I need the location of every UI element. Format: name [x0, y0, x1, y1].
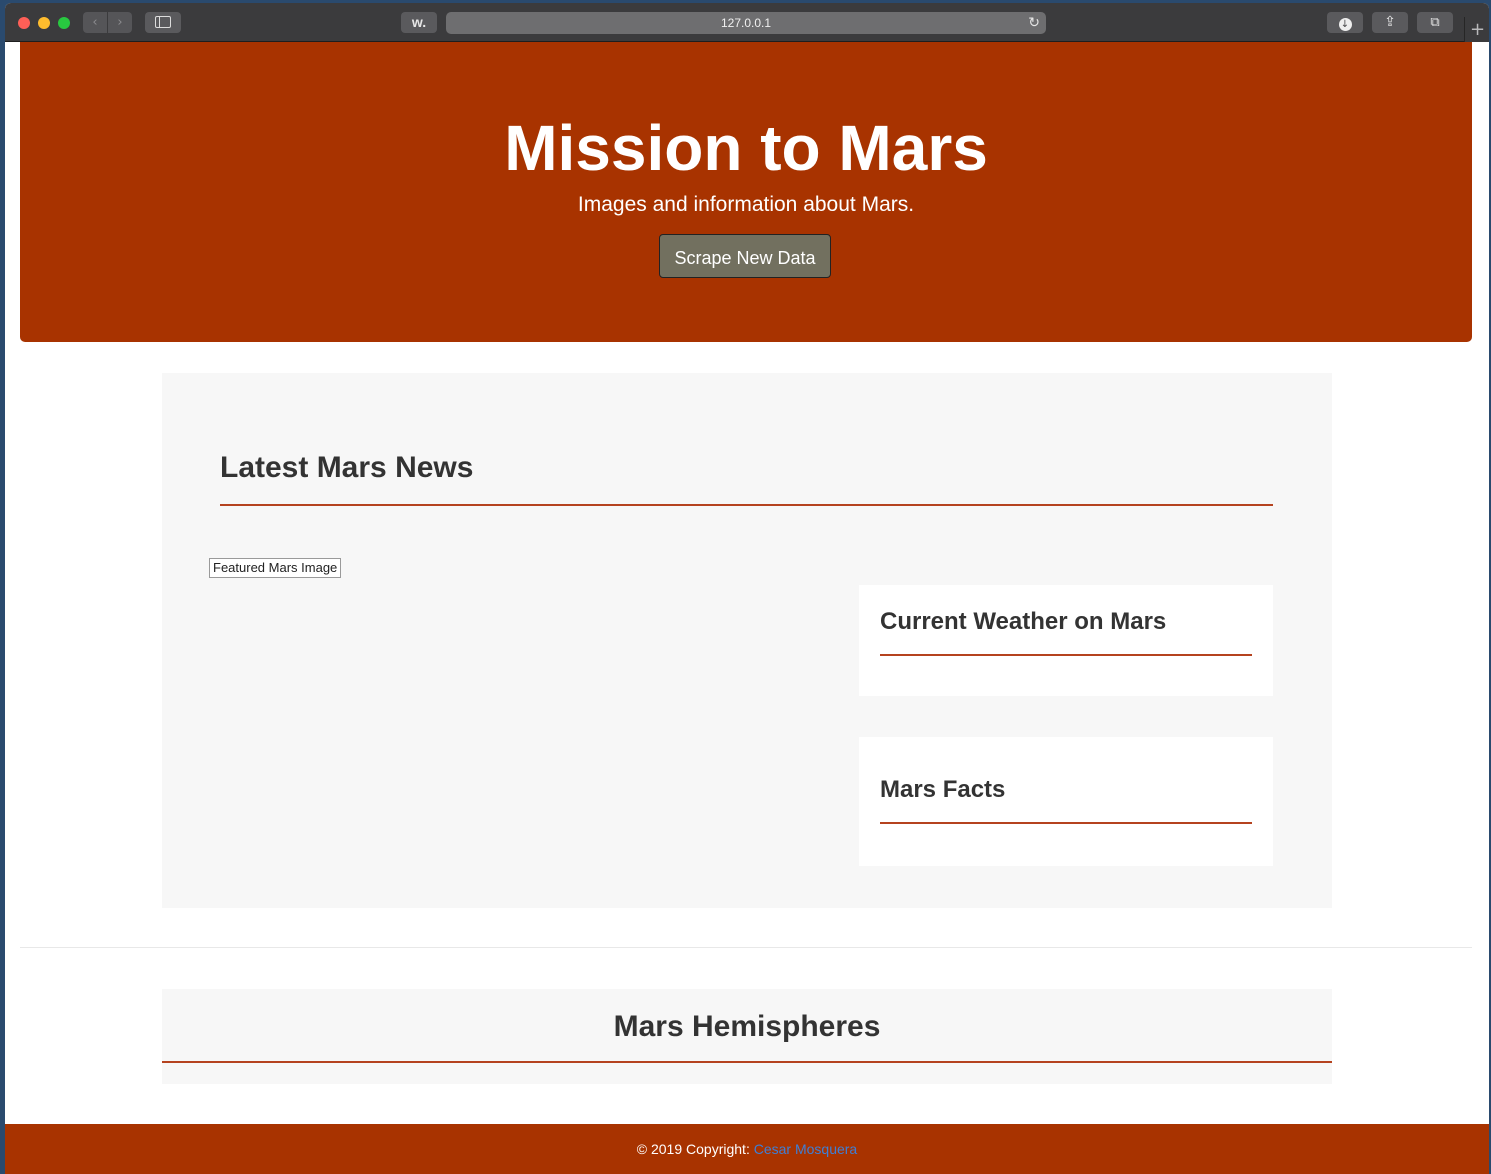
share-icon: ⇪ [1384, 14, 1396, 30]
weather-title: Current Weather on Mars [880, 608, 1167, 635]
minimize-window-button[interactable] [38, 17, 50, 29]
section-separator [20, 947, 1472, 948]
zoom-window-button[interactable] [58, 17, 70, 29]
facts-title: Mars Facts [880, 776, 1006, 803]
hemispheres-divider [162, 1061, 1332, 1063]
page-subtitle: Images and information about Mars. [577, 193, 915, 216]
new-tab-button[interactable]: + [1464, 17, 1489, 42]
forward-button[interactable]: › [108, 12, 132, 33]
news-section: Latest Mars News Featured Mars Image Cur… [162, 373, 1332, 908]
show-tabs-button[interactable]: ⧉ [1417, 12, 1453, 33]
hemispheres-title: Mars Hemispheres [613, 1010, 881, 1043]
news-title: Latest Mars News [220, 451, 474, 484]
downloads-button[interactable]: ↓ [1327, 12, 1363, 33]
author-link[interactable]: Cesar Mosquera [754, 1141, 858, 1157]
weather-divider [880, 654, 1252, 656]
share-button[interactable]: ⇪ [1372, 12, 1408, 33]
download-icon: ↓ [1338, 18, 1352, 31]
sidebar-toggle-button[interactable] [145, 12, 181, 33]
scrape-new-data-button[interactable]: Scrape New Data [659, 234, 831, 278]
tabs-icon: ⧉ [1430, 15, 1440, 30]
sidebar-icon [155, 16, 171, 28]
back-button[interactable]: ‹ [83, 12, 107, 33]
new-tab-icon: + [1469, 19, 1486, 40]
facts-panel: Mars Facts [859, 737, 1273, 866]
hemispheres-section: Mars Hemispheres [162, 989, 1332, 1084]
address-bar[interactable]: 127.0.0.1 ↻ [446, 12, 1046, 34]
facts-divider [880, 822, 1252, 824]
reader-button[interactable]: w. [401, 12, 437, 33]
browser-window: ‹ › w. 127.0.0.1 ↻ ↓ ⇪ ⧉ + Mission to Ma… [5, 3, 1489, 1174]
footer: © 2019 Copyright: Cesar Mosquera [5, 1124, 1489, 1174]
jumbotron: Mission to Mars Images and information a… [20, 42, 1472, 342]
news-divider [220, 504, 1273, 506]
reload-icon[interactable]: ↻ [1028, 12, 1040, 34]
forward-icon: › [117, 15, 123, 30]
close-window-button[interactable] [18, 17, 30, 29]
url-text: 127.0.0.1 [720, 16, 772, 30]
featured-mars-image: Featured Mars Image [209, 558, 342, 578]
copyright-text: © 2019 Copyright: [636, 1141, 750, 1157]
page-title: Mission to Mars [504, 112, 988, 184]
back-icon: ‹ [92, 15, 98, 30]
browser-toolbar: ‹ › w. 127.0.0.1 ↻ ↓ ⇪ ⧉ [5, 3, 1489, 42]
weather-panel: Current Weather on Mars [859, 585, 1273, 696]
